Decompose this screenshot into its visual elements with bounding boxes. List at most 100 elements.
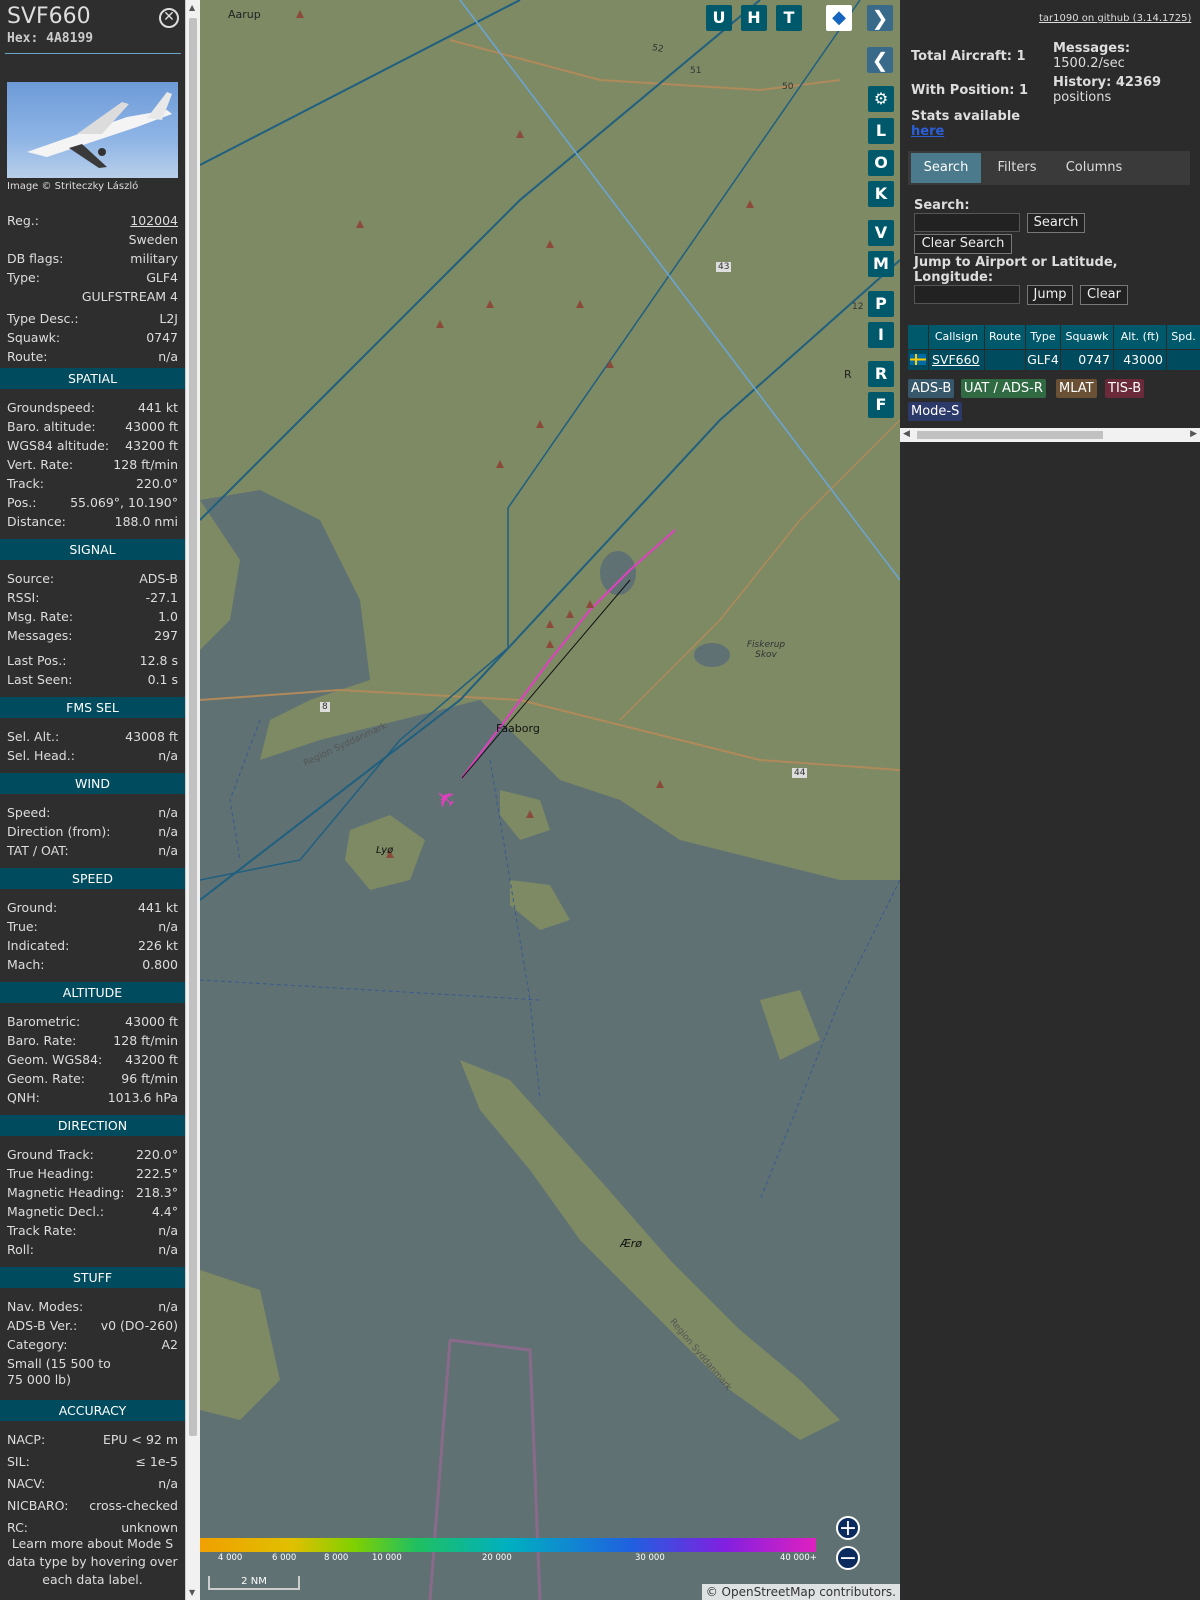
map-button-o[interactable]: O — [868, 150, 894, 176]
table-header-squawk[interactable]: Squawk — [1061, 325, 1113, 349]
map-attribution[interactable]: © OpenStreetMap contributors. — [701, 1584, 900, 1600]
settings-gear-icon[interactable]: ⚙ — [868, 86, 894, 112]
info-label[interactable]: Magnetic Heading: — [7, 1185, 124, 1202]
scroll-right-icon[interactable]: ▶ — [1190, 429, 1197, 439]
scroll-down-icon[interactable]: ▼ — [189, 1588, 195, 1597]
info-label[interactable]: Ground: — [7, 900, 57, 917]
info-label[interactable]: Reg.: — [7, 213, 39, 230]
info-label[interactable]: SIL: — [7, 1454, 30, 1471]
scrollbar-thumb[interactable] — [189, 18, 197, 1436]
map-view[interactable]: Aarup Faaborg Lyø Ærø Fiskerup Skov Regi… — [200, 0, 900, 1600]
info-label[interactable]: QNH: — [7, 1090, 40, 1107]
info-label[interactable]: ADS-B Ver.: — [7, 1318, 77, 1335]
info-label[interactable]: Squawk: — [7, 330, 60, 347]
collapse-left-icon[interactable]: ❮ — [867, 47, 893, 73]
table-header-speed[interactable]: Spd. — [1167, 325, 1200, 349]
close-icon[interactable]: ✕ — [159, 8, 179, 28]
info-label[interactable]: NACV: — [7, 1476, 45, 1493]
scroll-up-icon[interactable]: ▲ — [189, 3, 195, 12]
map-button-t[interactable]: T — [776, 5, 802, 31]
table-row-speed[interactable] — [1167, 350, 1200, 370]
info-label[interactable]: Msg. Rate: — [7, 609, 73, 626]
scrollbar-thumb[interactable] — [917, 431, 1103, 439]
map-button-f[interactable]: F — [868, 392, 894, 418]
table-row-callsign[interactable]: SVF660 — [929, 350, 984, 370]
info-label[interactable]: Sel. Alt.: — [7, 729, 59, 746]
table-row-alt[interactable]: 43000 — [1114, 350, 1166, 370]
table-header-callsign[interactable]: Callsign — [929, 325, 984, 349]
sidebar-scrollbar[interactable]: ▲ ▼ — [185, 0, 200, 1600]
map-button-i[interactable]: I — [868, 322, 894, 348]
info-label[interactable]: Indicated: — [7, 938, 69, 955]
info-label[interactable]: True Heading: — [7, 1166, 94, 1183]
info-label[interactable]: Baro. Rate: — [7, 1033, 76, 1050]
info-label[interactable]: Groundspeed: — [7, 400, 95, 417]
info-label[interactable]: Pos.: — [7, 495, 36, 512]
tab-columns[interactable]: Columns — [1054, 153, 1134, 183]
info-label[interactable]: Speed: — [7, 805, 50, 822]
info-label[interactable]: Source: — [7, 571, 54, 588]
aircraft-photo[interactable] — [7, 82, 178, 178]
info-label[interactable]: Category: — [7, 1337, 67, 1354]
info-label[interactable]: Messages: — [7, 628, 73, 645]
info-label[interactable]: NICBARO: — [7, 1498, 68, 1515]
tab-filters[interactable]: Filters — [987, 153, 1047, 183]
table-header-alt[interactable]: Alt. (ft) — [1114, 325, 1166, 349]
zoom-out-icon[interactable]: − — [836, 1546, 860, 1570]
scroll-left-icon[interactable]: ◀ — [903, 429, 910, 439]
info-label[interactable]: RSSI: — [7, 590, 39, 607]
info-label[interactable]: Distance: — [7, 514, 66, 531]
info-label[interactable]: Mach: — [7, 957, 44, 974]
jump-input[interactable] — [914, 285, 1020, 304]
tab-search[interactable]: Search — [911, 153, 981, 183]
info-label[interactable]: Nav. Modes: — [7, 1299, 83, 1316]
info-label[interactable]: Sel. Head.: — [7, 748, 75, 765]
map-button-k[interactable]: K — [868, 181, 894, 207]
clear-search-button[interactable]: Clear Search — [914, 234, 1012, 254]
jump-button[interactable]: Jump — [1027, 285, 1073, 305]
github-link[interactable]: tar1090 on github (3.14.1725) — [1039, 13, 1191, 24]
info-label[interactable]: True: — [7, 919, 38, 936]
info-label[interactable]: Small (15 500 to 75 000 lb) — [7, 1356, 127, 1390]
info-label[interactable]: Track: — [7, 476, 44, 493]
search-button[interactable]: Search — [1027, 213, 1085, 233]
search-input[interactable] — [914, 213, 1020, 232]
map-button-r[interactable]: R — [868, 361, 894, 387]
table-horizontal-scrollbar[interactable]: ◀ ▶ — [900, 428, 1200, 442]
table-header-type[interactable]: Type — [1026, 325, 1060, 349]
info-label[interactable]: Baro. altitude: — [7, 419, 96, 436]
map-button-l[interactable]: L — [868, 118, 894, 144]
map-button-v[interactable]: V — [868, 220, 894, 246]
clear-button[interactable]: Clear — [1080, 285, 1128, 305]
info-label[interactable]: Track Rate: — [7, 1223, 77, 1240]
layers-icon[interactable]: ◆ — [826, 5, 852, 31]
map-button-h[interactable]: H — [741, 5, 767, 31]
map-button-m[interactable]: M — [868, 251, 894, 277]
stats-link[interactable]: here — [911, 124, 944, 139]
zoom-in-icon[interactable]: + — [836, 1516, 860, 1540]
info-label[interactable]: Magnetic Decl.: — [7, 1204, 104, 1221]
info-label[interactable]: Barometric: — [7, 1014, 80, 1031]
info-label[interactable]: Ground Track: — [7, 1147, 94, 1164]
info-label[interactable]: WGS84 altitude: — [7, 438, 109, 455]
info-label[interactable]: Last Seen: — [7, 672, 72, 689]
table-row-squawk[interactable]: 0747 — [1061, 350, 1113, 370]
info-label[interactable]: Type Desc.: — [7, 311, 79, 328]
info-label[interactable]: Type: — [7, 270, 40, 287]
expand-right-icon[interactable]: ❯ — [867, 5, 893, 31]
map-button-u[interactable]: U — [706, 5, 732, 31]
info-label[interactable]: Geom. Rate: — [7, 1071, 85, 1088]
registration-link[interactable]: 102004 — [130, 213, 178, 230]
info-label[interactable]: Route: — [7, 349, 48, 366]
info-label[interactable]: DB flags: — [7, 251, 63, 268]
info-label[interactable]: Last Pos.: — [7, 653, 66, 670]
info-label[interactable]: Vert. Rate: — [7, 457, 73, 474]
info-label[interactable]: TAT / OAT: — [7, 843, 69, 860]
info-label[interactable]: RC: — [7, 1520, 28, 1537]
map-button-p[interactable]: P — [868, 291, 894, 317]
table-header-route[interactable]: Route — [985, 325, 1025, 349]
table-row-type[interactable]: GLF4 — [1026, 350, 1060, 370]
table-row-route[interactable] — [985, 350, 1025, 370]
info-label[interactable]: NACP: — [7, 1432, 45, 1449]
info-label[interactable]: Roll: — [7, 1242, 34, 1259]
